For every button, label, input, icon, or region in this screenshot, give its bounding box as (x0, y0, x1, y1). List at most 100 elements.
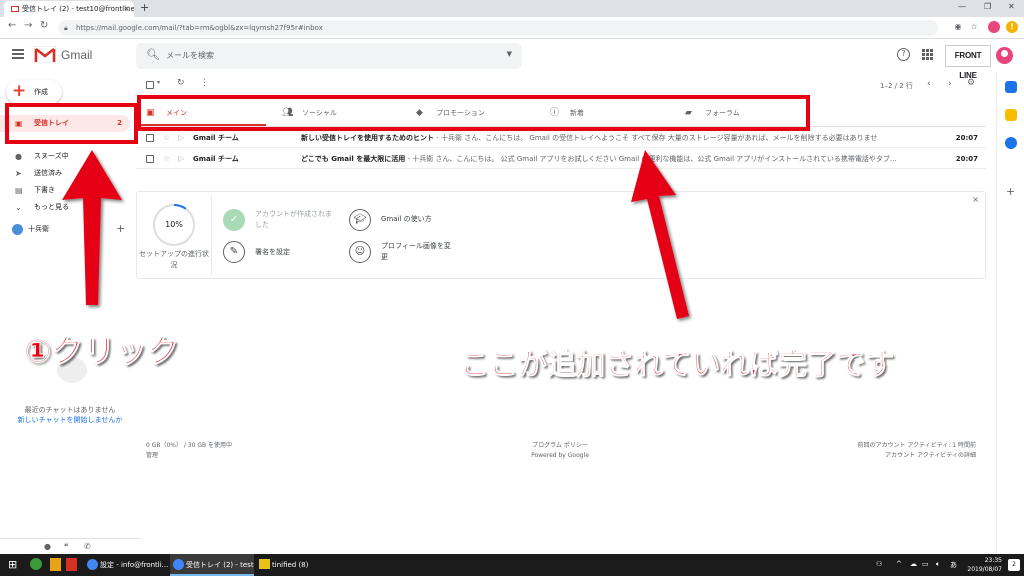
activity-details-link[interactable]: アカウント アクティビティの詳細 (776, 451, 976, 461)
add-contact-icon[interactable]: + (116, 222, 125, 235)
address-bar[interactable]: 🔒︎ https://mail.google.com/mail/?tab=rm&… (58, 20, 938, 36)
manage-storage-link[interactable]: 管理 (146, 451, 158, 461)
setup-item-learn-gmail[interactable]: Gmail の使い方 (381, 214, 432, 225)
select-menu-chevron-icon[interactable]: ▾ (157, 79, 160, 86)
update-badge-icon[interactable]: ! (1006, 21, 1018, 33)
taskbar-item-settings[interactable]: 設定 - info@frontli... (84, 554, 168, 576)
profile-avatar-icon[interactable] (988, 21, 1000, 33)
taskbar-item-gmail[interactable]: 受信トレイ (2) - test1... (170, 554, 254, 576)
plus-icon: + (12, 81, 27, 101)
help-icon[interactable]: ? (897, 48, 910, 61)
volume-icon[interactable]: 🔈︎ (936, 560, 940, 569)
reload-icon[interactable]: ↻ (40, 20, 48, 31)
annotation-done-label: ここが追加されていれば完了です (459, 347, 895, 382)
pen-icon[interactable]: ✎ (223, 241, 245, 263)
email-subject: どこでも Gmail を最大限に活用 (301, 155, 406, 163)
previous-page-icon[interactable]: ‹ (927, 79, 931, 89)
setup-progress-card: 10% セットアップの進行状況 ✓ アカウントが作成されました 🎓︎ Gmail… (136, 191, 986, 279)
program-policy-link[interactable]: プログラム ポリシー (480, 441, 640, 451)
browser-tab-strip: 受信トレイ (2) - test10@frontline - × + — ❐ ✕ (0, 0, 1024, 17)
check-icon: ✓ (223, 209, 245, 231)
keep-icon[interactable] (1005, 109, 1017, 121)
email-subject-line: 新しい受信トレイを使用するためのヒント - 十兵衛 さん、こんにちは。 Gmai… (301, 128, 951, 148)
sidebar-item-sent[interactable]: ➤ 送信済み (0, 165, 130, 182)
cloud-icon[interactable]: ☁ (910, 560, 917, 568)
app-green-icon[interactable] (30, 558, 42, 570)
sidebar-item-label: もっと見る (34, 203, 69, 211)
app-pdf-icon[interactable] (66, 558, 77, 571)
calendar-icon[interactable] (1005, 81, 1017, 93)
person-tray-icon[interactable]: ⚇ (876, 560, 882, 568)
bookmark-star-icon[interactable]: ☆ (968, 21, 980, 33)
row-checkbox[interactable] (146, 134, 154, 142)
tray-chevron-icon[interactable]: ^ (896, 560, 902, 568)
tab-close-icon[interactable]: × (123, 1, 130, 17)
refresh-icon[interactable]: ↻ (177, 78, 185, 88)
forward-icon[interactable]: → (24, 20, 32, 31)
search-icon[interactable]: 🔍︎ (146, 48, 160, 61)
row-checkbox[interactable] (146, 155, 154, 163)
clock-time: 23:35 (984, 557, 1002, 564)
browser-tab[interactable]: 受信トレイ (2) - test10@frontline - × (4, 1, 134, 17)
ime-indicator[interactable]: あ (950, 560, 957, 570)
sidebar-item-label: 下書き (34, 186, 55, 194)
important-marker-icon[interactable]: ▷ (178, 149, 184, 169)
windows-start-icon[interactable]: ⊞ (8, 558, 17, 571)
new-tab-button[interactable]: + (140, 1, 149, 14)
app-folder-icon[interactable] (50, 558, 61, 571)
next-page-icon[interactable]: › (948, 79, 952, 89)
get-addons-icon[interactable]: + (1006, 185, 1015, 198)
eye-icon[interactable]: ◉ (952, 21, 964, 33)
settings-gear-icon[interactable]: ⚙ (967, 78, 975, 88)
pagination-text: 1–2 / 2 行 (880, 82, 913, 90)
more-options-icon[interactable]: ⋮ (200, 78, 209, 88)
annotation-click-label: ①クリック (23, 332, 180, 371)
tasks-icon[interactable] (1005, 137, 1017, 149)
sidebar-item-snoozed[interactable]: ● スヌーズ中 (0, 148, 130, 165)
taskbar-item-folder[interactable]: tinified (8) (256, 554, 340, 576)
battery-icon[interactable]: ▭ (922, 560, 929, 568)
notification-center-icon[interactable]: 2 (1008, 559, 1020, 571)
taskbar-clock[interactable]: 23:35 2019/08/07 (967, 556, 1002, 574)
search-box[interactable]: 🔍︎ メールを検索 ▼ (136, 43, 522, 69)
hangouts-icon[interactable]: ❝ (64, 542, 68, 551)
search-input[interactable]: メールを検索 (166, 50, 214, 61)
start-chat-link[interactable]: 新しいチャットを開始しませんか (0, 415, 140, 425)
phone-icon[interactable]: ✆ (84, 542, 91, 551)
profile-icon[interactable]: ☺ (349, 241, 371, 263)
gmail-wordmark: Gmail (61, 48, 93, 62)
star-icon[interactable]: ☆ (163, 128, 170, 148)
setup-divider (211, 196, 212, 274)
hangouts-user-name[interactable]: 十兵衛 (28, 224, 49, 234)
back-icon[interactable]: ← (8, 20, 16, 31)
star-icon[interactable]: ☆ (163, 149, 170, 169)
account-avatar[interactable] (996, 47, 1013, 64)
setup-progress-label: セットアップの進行状況 (139, 250, 209, 269)
compose-label: 作成 (34, 88, 48, 96)
contacts-icon[interactable]: ● (44, 542, 51, 551)
sidebar-item-more[interactable]: ⌄ もっと見る (0, 199, 130, 216)
brand-logo: FRONT LINE (945, 45, 991, 80)
maximize-button[interactable]: ❐ (984, 2, 991, 11)
close-window-button[interactable]: ✕ (1008, 2, 1015, 11)
sidebar-item-drafts[interactable]: ▤ 下書き (0, 182, 130, 199)
compose-button[interactable]: + 作成 (6, 80, 62, 104)
select-all-checkbox[interactable] (146, 81, 154, 89)
lock-icon: 🔒︎ (64, 24, 68, 32)
apps-grid-icon[interactable] (922, 49, 933, 60)
graduation-cap-icon[interactable]: 🎓︎ (349, 209, 371, 231)
main-menu-icon[interactable] (12, 49, 24, 61)
user-avatar[interactable] (12, 224, 23, 235)
last-activity: 前回のアカウント アクティビティ: 1 時間前 (857, 442, 976, 449)
email-row[interactable]: ☆ ▷ Gmail チーム どこでも Gmail を最大限に活用 - 十兵衛 さ… (136, 149, 986, 169)
sidebar-item-label: スヌーズ中 (34, 152, 69, 160)
setup-item-profile-photo[interactable]: プロフィール画像を変更 (381, 241, 451, 263)
url-text: https://mail.google.com/mail/?tab=rm&ogb… (76, 24, 323, 32)
email-row[interactable]: ☆ ▷ Gmail チーム 新しい受信トレイを使用するためのヒント - 十兵衛 … (136, 128, 986, 148)
gmail-favicon-icon (11, 6, 19, 12)
minimize-button[interactable]: — (958, 2, 966, 11)
setup-item-signature[interactable]: 署名を設定 (255, 247, 290, 258)
search-options-icon[interactable]: ▼ (507, 50, 512, 58)
close-setup-icon[interactable]: × (972, 195, 979, 204)
important-marker-icon[interactable]: ▷ (178, 128, 184, 148)
